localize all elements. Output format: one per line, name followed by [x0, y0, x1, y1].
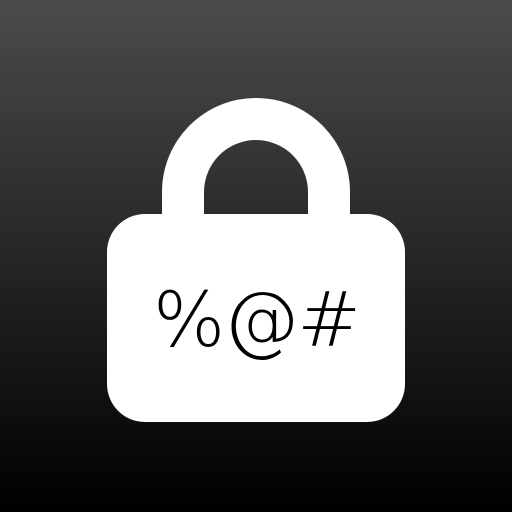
lock-symbols-text: %@#	[153, 275, 361, 364]
app-icon[interactable]: %@#	[0, 0, 512, 512]
lock-icon: %@#	[0, 0, 512, 512]
